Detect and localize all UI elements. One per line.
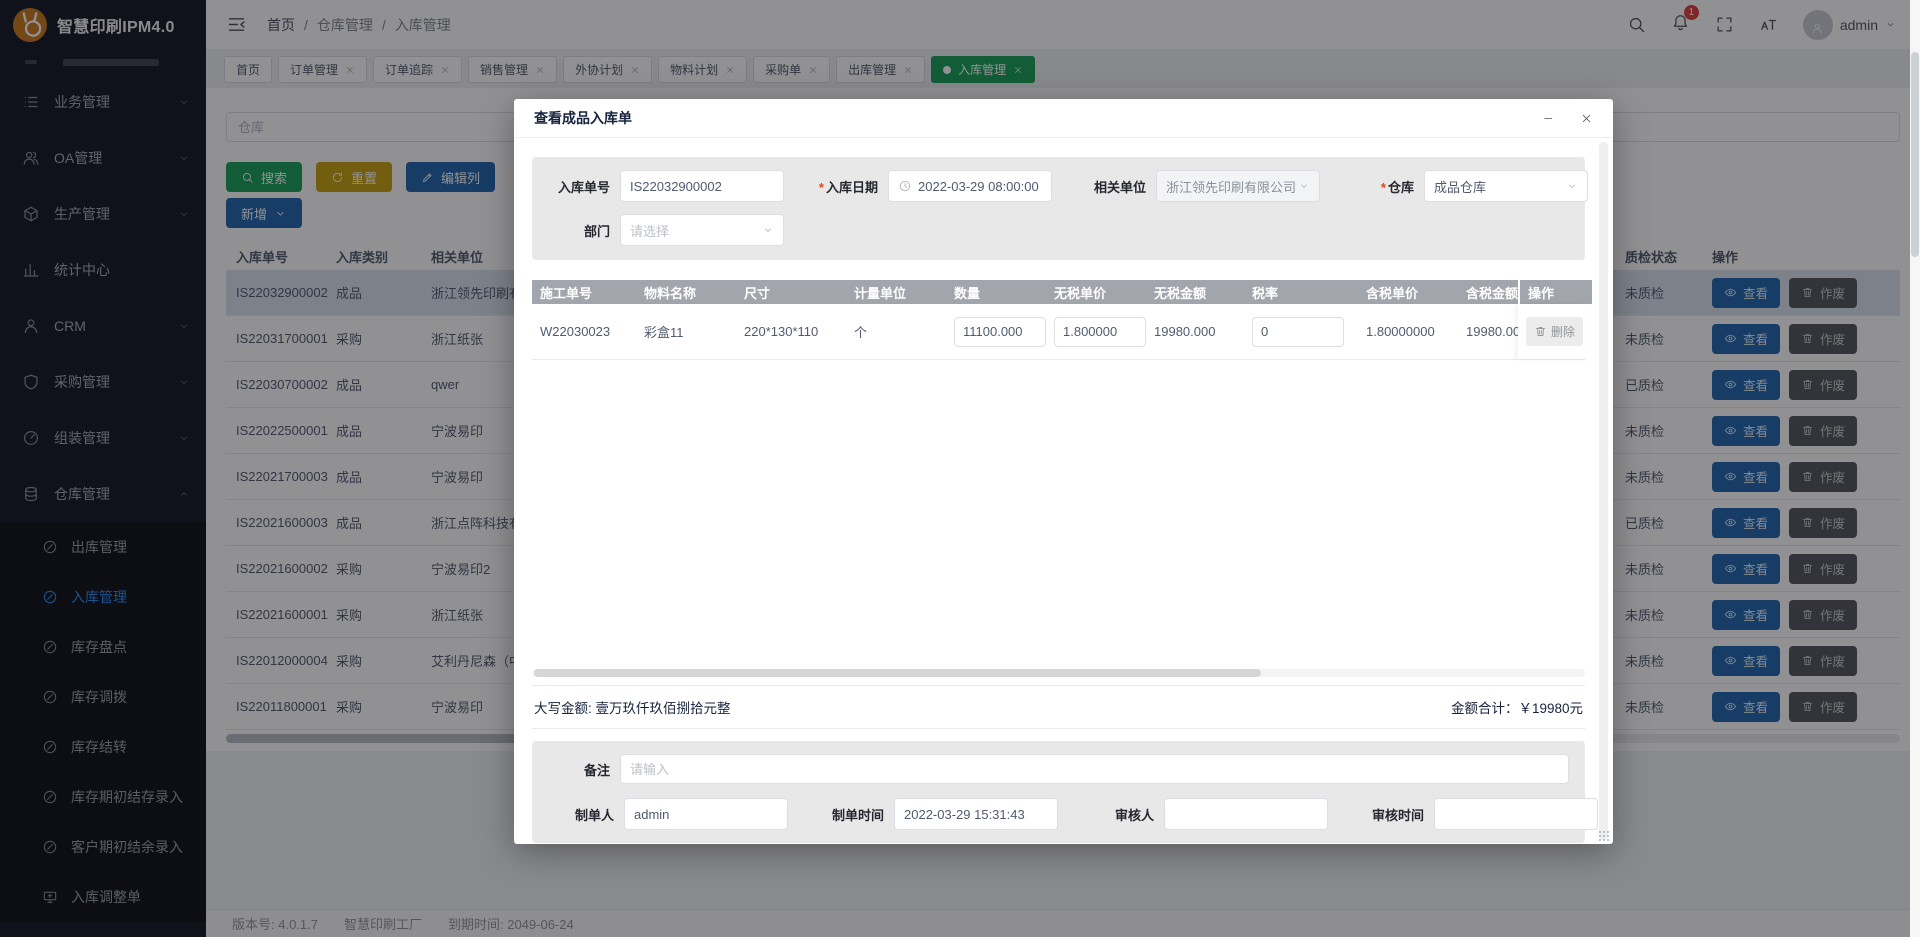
warehouse-select[interactable]: 成品仓库 — [1424, 170, 1588, 202]
items-table-header: 施工单号物料名称尺寸计量单位数量无税单价无税金额税率含税单价含税金额操作 — [532, 280, 1585, 304]
field-related-unit: 相关单位 浙江领先印刷有限公司 — [1068, 170, 1320, 202]
items-col-8: 含税单价 — [1358, 280, 1458, 304]
create-time-input[interactable] — [894, 798, 1058, 830]
items-col-3: 计量单位 — [846, 280, 946, 304]
items-table-row: W22030023 彩盒11 220*130*110 个 19980.000 1… — [532, 304, 1585, 360]
items-col-1: 物料名称 — [636, 280, 736, 304]
close-icon[interactable] — [1580, 112, 1593, 125]
field-warehouse: *仓库 成品仓库 — [1336, 170, 1588, 202]
items-col-4: 数量 — [946, 280, 1046, 304]
cell-tax-amount: 19980.000 — [1458, 324, 1518, 339]
modal-form-panel: 入库单号 *入库日期 2022-03-29 08:00:00 相关单位 浙江领先… — [532, 157, 1585, 260]
field-department: 部门 请选择 — [532, 214, 784, 246]
creator-input[interactable] — [624, 798, 788, 830]
items-col-0: 施工单号 — [532, 280, 636, 304]
field-audit-time: 审核时间 — [1358, 798, 1598, 830]
dept-label: 部门 — [532, 221, 610, 240]
field-creator: 制单人 — [548, 798, 788, 830]
field-inbound-date: *入库日期 2022-03-29 08:00:00 — [800, 170, 1052, 202]
required-mark: * — [1381, 180, 1386, 195]
remark-input[interactable] — [620, 754, 1569, 784]
creator-label: 制单人 — [548, 805, 614, 824]
modal-titlebar: 查看成品入库单 — [514, 99, 1613, 138]
modal-vertical-scrollbar[interactable] — [1599, 142, 1608, 840]
department-select[interactable]: 请选择 — [620, 214, 784, 246]
items-col-9: 含税金额 — [1458, 280, 1518, 304]
minimize-icon[interactable] — [1542, 112, 1555, 125]
chevron-down-icon — [1298, 180, 1310, 192]
trash-glyph — [1534, 325, 1547, 338]
caret-glyph — [1298, 180, 1310, 192]
cell-actions: 删除 — [1518, 304, 1590, 359]
field-auditor: 审核人 — [1088, 798, 1328, 830]
amount-summary: 大写金额: 壹万玖仟玖佰捌拾元整 金额合计：￥19980元 — [532, 685, 1585, 729]
warehouse-label: *仓库 — [1336, 177, 1414, 196]
audit-time-label: 审核时间 — [1358, 805, 1424, 824]
cell-qty — [946, 317, 1046, 347]
qty-input[interactable] — [954, 317, 1046, 347]
cell-amount: 19980.000 — [1146, 324, 1244, 339]
trash-icon — [1534, 325, 1547, 338]
tax-rate-input[interactable] — [1252, 317, 1344, 347]
clock-glyph — [898, 179, 912, 193]
delete-row-button[interactable]: 删除 — [1526, 317, 1583, 346]
unit-label: 相关单位 — [1068, 177, 1146, 196]
modal-title: 查看成品入库单 — [534, 108, 632, 128]
date-label: *入库日期 — [800, 177, 878, 196]
minus-glyph — [1542, 112, 1555, 125]
chevron-down-icon — [762, 224, 774, 236]
auditor-label: 审核人 — [1088, 805, 1154, 824]
items-table-empty-space — [532, 360, 1585, 666]
items-col-2: 尺寸 — [736, 280, 846, 304]
close-glyph — [1580, 112, 1593, 125]
amount-in-words: 大写金额: 壹万玖仟玖佰捌拾元整 — [534, 697, 731, 717]
modal-body: 入库单号 *入库日期 2022-03-29 08:00:00 相关单位 浙江领先… — [514, 138, 1613, 844]
chevron-down-icon — [1566, 180, 1578, 192]
cell-tax-price: 1.80000000 — [1358, 324, 1458, 339]
modal-view-inbound-order: 查看成品入库单 入库单号 *入库日期 2022-03-29 08:00:00 — [514, 99, 1613, 844]
caret-glyph — [1566, 180, 1578, 192]
cell-material: 彩盒11 — [636, 322, 736, 341]
items-horizontal-scrollbar[interactable] — [532, 669, 1585, 677]
field-create-time: 制单时间 — [818, 798, 1058, 830]
cell-tax-rate — [1244, 317, 1358, 347]
field-order-no: 入库单号 — [532, 170, 784, 202]
amount-total: 金额合计：￥19980元 — [1451, 697, 1583, 717]
order-no-label: 入库单号 — [532, 177, 610, 196]
page-vertical-scrollbar[interactable] — [1910, 0, 1920, 937]
cell-size: 220*130*110 — [736, 324, 846, 339]
caret-glyph — [762, 224, 774, 236]
clock-icon — [898, 179, 912, 193]
items-col-7: 税率 — [1244, 280, 1358, 304]
items-col-6: 无税金额 — [1146, 280, 1244, 304]
scrollbar-thumb[interactable] — [534, 669, 1261, 677]
scrollbar-thumb[interactable] — [1911, 52, 1919, 257]
cell-unit: 个 — [846, 322, 946, 341]
modal-resize-handle[interactable] — [1597, 829, 1610, 842]
audit-time-input[interactable] — [1434, 798, 1598, 830]
modal-items-table: 施工单号物料名称尺寸计量单位数量无税单价无税金额税率含税单价含税金额操作 W22… — [532, 280, 1585, 677]
required-mark: * — [819, 180, 824, 195]
related-unit-select[interactable]: 浙江领先印刷有限公司 — [1156, 170, 1320, 202]
remark-label: 备注 — [548, 760, 610, 779]
field-remark: 备注 — [548, 754, 1569, 784]
order-no-input[interactable] — [620, 170, 784, 202]
cell-price — [1046, 317, 1146, 347]
create-time-label: 制单时间 — [818, 805, 884, 824]
modal-footer-panel: 备注 制单人 制单时间 审核人 审核时间 — [532, 741, 1585, 843]
items-col-actions: 操作 — [1520, 280, 1592, 304]
auditor-input[interactable] — [1164, 798, 1328, 830]
window-buttons — [1542, 112, 1593, 125]
cell-work-no: W22030023 — [532, 324, 636, 339]
items-col-5: 无税单价 — [1046, 280, 1146, 304]
price-input[interactable] — [1054, 317, 1146, 347]
date-input[interactable]: 2022-03-29 08:00:00 — [888, 170, 1052, 202]
